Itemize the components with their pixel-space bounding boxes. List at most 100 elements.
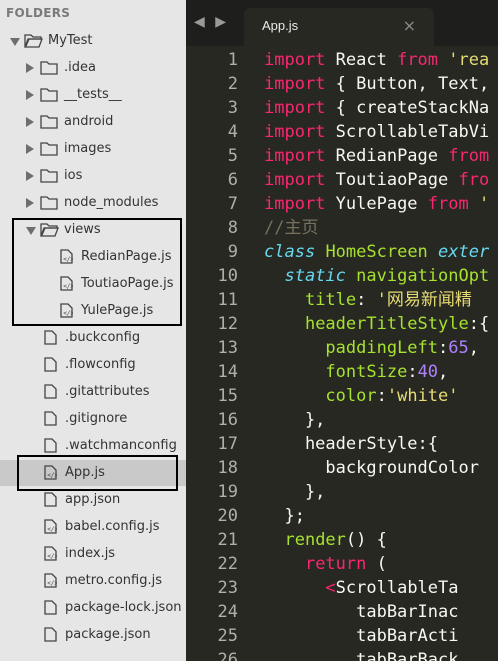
code-token: , <box>438 362 449 382</box>
tab-next-icon[interactable]: ▶ <box>215 14 226 30</box>
tab-prev-icon[interactable]: ◀ <box>194 14 205 30</box>
svg-text:</>: </> <box>47 526 57 533</box>
code-token: fontSize <box>325 362 408 382</box>
sidebar-item-gitattributes[interactable]: .gitattributes <box>0 379 186 405</box>
code-line[interactable]: import { Button, Text, <box>264 72 489 96</box>
code-line[interactable]: }; <box>264 504 305 528</box>
sidebar-item-index-js[interactable]: </> index.js <box>0 541 186 567</box>
sidebar-item-flowconfig[interactable]: .flowconfig <box>0 352 186 378</box>
chevron-right-icon[interactable] <box>26 144 34 154</box>
code-line[interactable]: //主页 <box>264 216 318 240</box>
code-token: headerStyle:{ <box>264 434 438 454</box>
code-line[interactable]: import React from 'rea <box>264 48 489 72</box>
code-line[interactable]: import ScrollableTabVi <box>264 120 489 144</box>
code-token: , <box>468 338 479 358</box>
line-number: 13 <box>217 338 238 358</box>
chevron-down-icon[interactable] <box>10 38 20 46</box>
code-line[interactable]: fontSize:40, <box>264 360 448 384</box>
code-token: { Button, Text, <box>325 74 490 94</box>
code-token: //主页 <box>264 218 319 238</box>
highlight-box-views <box>12 218 182 326</box>
code-token: backgroundColor <box>264 458 479 478</box>
code-area[interactable]: import React from 'rea import { Button, T… <box>264 46 498 661</box>
line-number: 22 <box>217 554 238 574</box>
sidebar-item-label: .watchmanconfig <box>65 438 177 453</box>
line-number: 18 <box>217 458 238 478</box>
tab-app-js[interactable]: App.js × <box>244 8 434 46</box>
code-token: from <box>448 146 490 166</box>
code-token: 40 <box>417 362 439 382</box>
code-line[interactable]: backgroundColor <box>264 456 479 480</box>
sidebar-item-node-modules[interactable]: node_modules <box>0 190 186 216</box>
code-line[interactable]: import ToutiaoPage fro <box>264 168 489 192</box>
sidebar-item-package-json[interactable]: package.json <box>0 622 186 648</box>
code-line[interactable]: title: '网易新闻精 <box>264 288 472 312</box>
file-icon <box>44 357 57 376</box>
sidebar: FOLDERS MyTest .idea __tests__ android image… <box>0 0 186 661</box>
tab-bar: ◀ ▶ App.js × <box>186 0 498 46</box>
chevron-right-icon[interactable] <box>26 63 34 73</box>
chevron-right-icon[interactable] <box>26 198 34 208</box>
sidebar-item-images[interactable]: images <box>0 136 186 162</box>
code-token: 'rea <box>448 50 490 70</box>
sidebar-item-tests[interactable]: __tests__ <box>0 82 186 108</box>
line-number: 5 <box>227 146 238 166</box>
code-line[interactable]: <ScrollableTa <box>264 576 458 600</box>
sidebar-item-ios[interactable]: ios <box>0 163 186 189</box>
sidebar-item-label: .buckconfig <box>65 330 141 345</box>
sidebar-item-android[interactable]: android <box>0 109 186 135</box>
folder-icon <box>40 60 58 79</box>
code-line[interactable]: headerTitleStyle:{ <box>264 312 489 336</box>
sidebar-item-metro-config-js[interactable]: </> metro.config.js <box>0 568 186 594</box>
close-icon[interactable]: × <box>403 16 416 35</box>
code-line[interactable]: color:'white' <box>264 384 458 408</box>
code-line[interactable]: import RedianPage from <box>264 144 489 168</box>
code-line[interactable]: tabBarInac <box>264 600 458 624</box>
sidebar-item-buckconfig[interactable]: .buckconfig <box>0 325 186 351</box>
code-line[interactable]: import { createStackNa <box>264 96 489 120</box>
chevron-right-icon[interactable] <box>26 171 34 181</box>
code-token: React <box>325 50 398 70</box>
sidebar-item-label: MyTest <box>48 33 93 48</box>
code-line[interactable]: render() { <box>264 528 386 552</box>
code-line[interactable]: tabBarBack <box>264 648 458 661</box>
line-number: 15 <box>217 386 238 406</box>
line-number: 25 <box>217 626 238 646</box>
sidebar-item-babel-config-js[interactable]: </> babel.config.js <box>0 514 186 540</box>
code-token: import <box>264 170 326 190</box>
code-line[interactable]: paddingLeft:65, <box>264 336 479 360</box>
code-line[interactable]: tabBarActi <box>264 624 458 648</box>
sidebar-item-mytest[interactable]: MyTest <box>0 28 186 54</box>
code-line[interactable]: static navigationOpt <box>264 264 489 288</box>
folder-icon <box>40 141 58 160</box>
chevron-right-icon[interactable] <box>26 117 34 127</box>
code-line[interactable]: }, <box>264 480 325 504</box>
sidebar-item-label: .flowconfig <box>65 357 136 372</box>
code-line[interactable]: }, <box>264 408 325 432</box>
code-token: navigationOpt <box>356 266 490 286</box>
sidebar-item-label: package.json <box>65 627 151 642</box>
code-line[interactable]: import YulePage from ' <box>264 192 489 216</box>
sidebar-item-idea[interactable]: .idea <box>0 55 186 81</box>
sidebar-item-package-lock-json[interactable]: package-lock.json <box>0 595 186 621</box>
line-number: 12 <box>217 314 238 334</box>
code-token: from <box>427 194 469 214</box>
sidebar-item-label: .idea <box>64 60 96 75</box>
code-line[interactable]: headerStyle:{ <box>264 432 438 456</box>
sidebar-item-label: index.js <box>65 546 116 561</box>
code-line[interactable]: return ( <box>264 552 387 576</box>
code-token: exter <box>438 242 490 262</box>
file-icon: </> <box>44 573 58 592</box>
code-token: : <box>356 290 377 310</box>
chevron-right-icon[interactable] <box>26 90 34 100</box>
sidebar-item-gitignore[interactable]: .gitignore <box>0 406 186 432</box>
code-token: }, <box>264 410 326 430</box>
file-icon <box>44 627 57 646</box>
code-token: tabBarActi <box>264 626 459 646</box>
code-token: fro <box>458 170 490 190</box>
code-line[interactable]: class HomeScreen exter <box>264 240 489 264</box>
code-token: }; <box>264 506 305 526</box>
